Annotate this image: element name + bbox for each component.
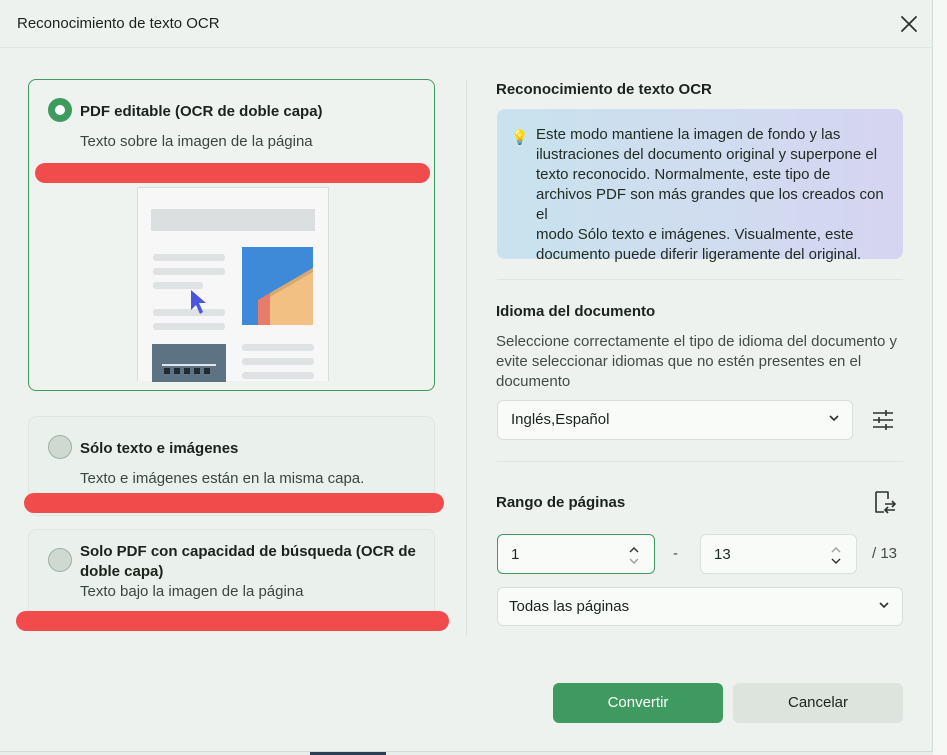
close-button[interactable] <box>897 12 921 36</box>
page-to-input[interactable]: 13 <box>700 534 857 574</box>
document-range-icon <box>875 491 897 514</box>
tip-line: archivos PDF son más grandes que los cre… <box>536 186 884 223</box>
radio-text-images[interactable] <box>48 435 72 459</box>
option-title-line1: Solo PDF con capacidad de búsqueda (OCR … <box>80 543 416 560</box>
desc-line: evite seleccionar idiomas que no estén p… <box>496 353 862 370</box>
option-subtitle: Texto bajo la imagen de la página <box>80 583 304 600</box>
preview-illustration <box>137 187 329 384</box>
redaction-bar <box>24 493 444 513</box>
chevron-down-icon <box>829 415 839 422</box>
page-to-value: 13 <box>714 546 731 563</box>
stepper-icon[interactable] <box>628 541 640 569</box>
page-total: / 13 <box>872 545 898 562</box>
language-description: Seleccione correctamente el tipo de idio… <box>496 332 902 392</box>
convert-button[interactable]: Convertir <box>553 683 723 723</box>
close-icon <box>901 16 917 32</box>
language-select-value: Inglés,Español <box>511 411 610 428</box>
document-preview-image <box>151 209 315 384</box>
option-subtitle: Texto sobre la imagen de la página <box>80 133 313 150</box>
chevron-down-icon <box>879 602 889 609</box>
stepper-icon[interactable] <box>830 541 842 569</box>
section-title-pages: Rango de páginas <box>496 494 626 511</box>
column-divider <box>466 80 467 636</box>
background-window-edge <box>933 0 947 755</box>
dialog-titlebar: Reconocimiento de texto OCR <box>0 0 933 48</box>
tip-line: Este modo mantiene la imagen de fondo y … <box>536 126 841 143</box>
dialog-title: Reconocimiento de texto OCR <box>17 15 220 32</box>
info-tip-box: 💡 Este modo mantiene la imagen de fondo … <box>497 109 903 263</box>
option-editable-pdf[interactable]: PDF editable (OCR de doble capa) Texto s… <box>28 79 435 391</box>
tip-line: ilustraciones del documento original y s… <box>536 146 878 163</box>
tip-line: modo Sólo texto e imágenes. Visualmente,… <box>536 226 854 243</box>
page-range-select[interactable]: Todas las páginas <box>497 587 903 626</box>
option-subtitle: Texto e imágenes están en la misma capa. <box>80 470 365 487</box>
page-range-value: Todas las páginas <box>509 598 630 615</box>
option-title: Sólo texto e imágenes <box>80 440 239 457</box>
language-select[interactable]: Inglés,Español <box>497 400 853 440</box>
cancel-button[interactable]: Cancelar <box>733 683 903 723</box>
tip-text: Este modo mantiene la imagen de fondo y … <box>536 125 890 265</box>
page-range-options-button[interactable] <box>871 489 897 515</box>
page-from-value: 1 <box>511 546 520 563</box>
section-divider <box>497 461 903 462</box>
tip-line: documento puede diferir ligeramente del … <box>536 246 862 263</box>
range-separator: - <box>673 545 678 562</box>
radio-editable-pdf[interactable] <box>48 98 72 122</box>
language-settings-button[interactable] <box>870 407 896 433</box>
section-title-ocr: Reconocimiento de texto OCR <box>496 81 712 98</box>
tip-line: texto reconocido. Normalmente, este tipo… <box>536 166 831 183</box>
desc-line: documento <box>496 373 571 390</box>
redaction-bar <box>35 163 430 183</box>
lightbulb-icon: 💡 <box>511 129 529 145</box>
ocr-dialog: Reconocimiento de texto OCR PDF editable… <box>0 0 933 752</box>
radio-searchable-pdf[interactable] <box>48 548 72 572</box>
page-from-input[interactable]: 1 <box>497 534 655 574</box>
option-title-line2: doble capa) <box>80 563 164 580</box>
option-title: PDF editable (OCR de doble capa) <box>80 103 323 120</box>
redaction-bar <box>16 611 449 631</box>
section-title-language: Idioma del documento <box>496 303 656 320</box>
sliders-icon <box>873 410 893 430</box>
desc-line: Seleccione correctamente el tipo de idio… <box>496 333 898 350</box>
section-divider <box>497 279 903 280</box>
